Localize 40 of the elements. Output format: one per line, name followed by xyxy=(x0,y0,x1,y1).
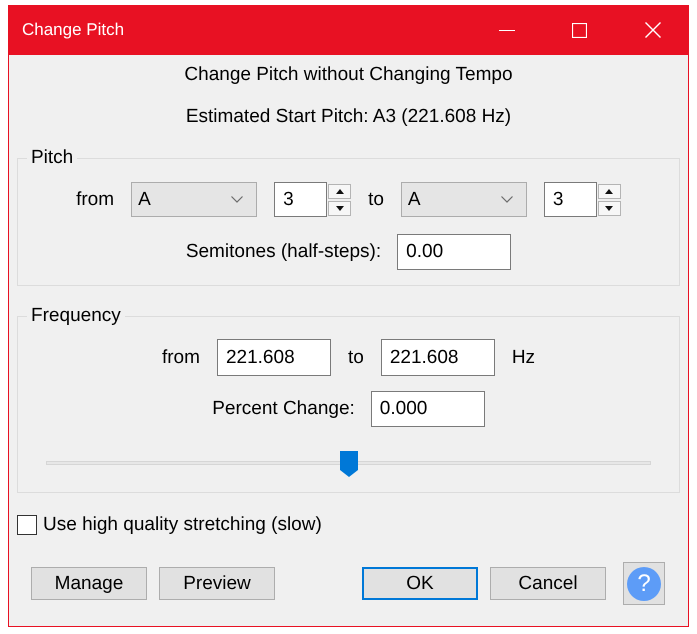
spin-up-button[interactable] xyxy=(328,184,352,198)
chevron-down-icon xyxy=(231,196,244,203)
field-label: from xyxy=(76,188,114,210)
up-triangle-icon xyxy=(605,188,614,194)
spin-down-button[interactable] xyxy=(598,200,621,216)
chevron-down-icon xyxy=(500,196,513,203)
field-label: Semitones (half-steps): xyxy=(186,241,382,263)
field-label: Percent Change: xyxy=(212,398,355,420)
note-dropdown[interactable]: A xyxy=(131,182,258,217)
field-label: to xyxy=(348,346,364,368)
frequency-field[interactable]: 221.608 xyxy=(216,339,331,376)
up-triangle-icon xyxy=(336,188,344,194)
maximize-icon[interactable] xyxy=(572,22,587,38)
checkbox-label[interactable]: Use high quality stretching (slow) xyxy=(43,514,322,536)
field-label: from xyxy=(162,346,200,368)
dialog-button[interactable]: Preview xyxy=(159,567,275,600)
percent-field[interactable]: 0.000 xyxy=(370,391,485,427)
spin-up-button[interactable] xyxy=(598,184,621,198)
estimate-text: Estimated Start Pitch: A3 (221.608 Hz) xyxy=(184,106,512,128)
close-icon[interactable] xyxy=(644,22,660,38)
dialog-heading: Change Pitch without Changing Tempo xyxy=(183,64,514,86)
frequency-field[interactable]: 221.608 xyxy=(380,339,495,376)
group-title: Pitch xyxy=(30,147,74,169)
dialog-button[interactable]: Cancel xyxy=(490,567,606,600)
down-triangle-icon xyxy=(336,206,344,210)
semitones-field[interactable]: 0.00 xyxy=(397,234,512,270)
checkbox[interactable] xyxy=(17,515,37,535)
octave-field[interactable]: 3 xyxy=(274,182,328,217)
window-title: Change Pitch xyxy=(21,20,124,40)
dialog-button[interactable]: OK xyxy=(362,567,478,600)
unit-label: Hz xyxy=(512,346,536,368)
down-triangle-icon xyxy=(605,206,614,210)
group-title: Frequency xyxy=(30,305,122,327)
dialog-button[interactable]: Manage xyxy=(31,567,147,600)
field-label: to xyxy=(368,188,384,210)
octave-field[interactable]: 3 xyxy=(544,182,597,217)
slider-thumb[interactable] xyxy=(338,450,358,478)
note-dropdown[interactable]: A xyxy=(400,182,527,217)
slider-track[interactable] xyxy=(46,450,651,478)
spin-down-button[interactable] xyxy=(328,200,352,216)
